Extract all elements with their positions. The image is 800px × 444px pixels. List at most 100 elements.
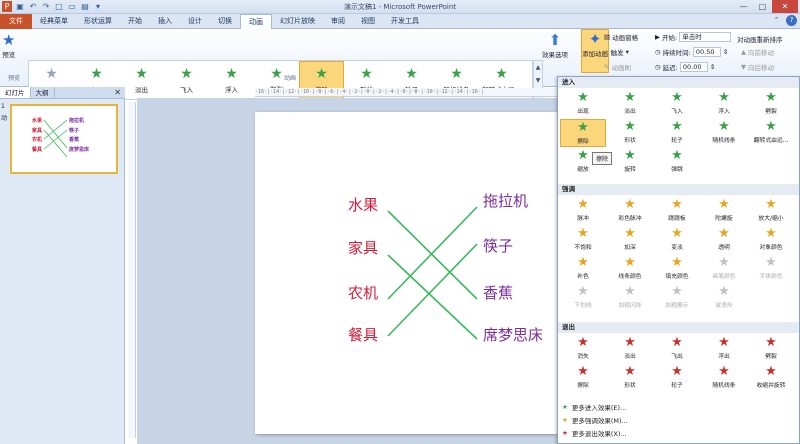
exit-effect-9[interactable]: ★ 收缩并旋转: [748, 364, 794, 392]
more-emphasis-button[interactable]: ★ 更多强调效果(M)...: [562, 415, 628, 425]
emphasis-effect-1[interactable]: ★ 彩色脉冲: [607, 197, 653, 225]
exit-effect-1[interactable]: ★ 淡出: [607, 335, 653, 363]
ribbon-minimize-icon[interactable]: ⌃: [771, 15, 782, 26]
left-item-fruit[interactable]: 水果: [348, 194, 378, 215]
emphasis-effect-15[interactable]: ★ 下划线: [560, 284, 606, 312]
minimize-button[interactable]: —: [734, 0, 753, 13]
thumb-left-1: 家具: [32, 128, 43, 134]
emphasis-effect-11[interactable]: ★ 线条颜色: [607, 255, 653, 283]
exit-effect-3[interactable]: ★ 浮出: [701, 335, 747, 363]
left-item-tableware[interactable]: 餐具: [348, 324, 378, 345]
emphasis-effect-6[interactable]: ★ 加深: [607, 226, 653, 254]
animation-painter-button[interactable]: ✎ 动画刷: [604, 62, 631, 72]
maximize-button[interactable]: □: [753, 0, 772, 13]
tab-home[interactable]: 开始: [120, 14, 150, 29]
emphasis-effect-2[interactable]: ★ 跷跷板: [654, 197, 700, 225]
left-item-farm-machine[interactable]: 农机: [348, 282, 378, 303]
tab-review[interactable]: 审阅: [323, 14, 353, 29]
entrance-effect-4[interactable]: ★ 劈裂: [748, 90, 794, 118]
exit-effect-5[interactable]: ★ 擦除: [560, 364, 606, 392]
exit-effect-2[interactable]: ★ 飞出: [654, 335, 700, 363]
emphasis-effect-8[interactable]: ★ 透明: [701, 226, 747, 254]
tab-slideshow[interactable]: 幻灯片放映: [272, 14, 323, 29]
exit-effect-7[interactable]: ★ 轮子: [654, 364, 700, 392]
tab-outline[interactable]: 大纲: [31, 87, 55, 98]
delay-label: 延迟:: [662, 64, 678, 72]
animation-pane-button[interactable]: ▤ 动画窗格: [604, 32, 638, 42]
preview-button[interactable]: ★ 预览: [2, 31, 15, 59]
duration-clock-icon: ◷: [655, 48, 661, 56]
slide-thumbnail[interactable]: 水果 家具 农机 餐具 拖拉机 筷子 香蕉 席梦思床: [10, 104, 118, 174]
start-select[interactable]: 单击时: [679, 32, 732, 42]
emphasis-effect-9[interactable]: ★ 对象颜色: [748, 226, 794, 254]
emphasis-effect-3[interactable]: ★ 陀螺旋: [701, 197, 747, 225]
emphasis-effect-17[interactable]: ★ 加粗展示: [654, 284, 700, 312]
tab-slides[interactable]: 幻灯片: [0, 87, 31, 98]
entrance-effect-2[interactable]: ★ 飞入: [654, 90, 700, 118]
help-icon[interactable]: ?: [786, 15, 797, 26]
entrance-effect-12[interactable]: ★ 弹跳: [654, 148, 700, 176]
slide-canvas[interactable]: 水果 家具 农机 餐具 拖拉机 筷子 香蕉 席梦思床: [255, 112, 557, 434]
entrance-effect-7[interactable]: ★ 轮子: [654, 119, 700, 147]
right-item-banana[interactable]: 香蕉: [483, 282, 513, 303]
tab-animations[interactable]: 动画: [240, 14, 272, 30]
entrance-effect-1[interactable]: ★ 淡出: [607, 90, 653, 118]
more-emphasis-icon: ★: [562, 416, 568, 424]
entrance-effect-9[interactable]: ★ 翻转式由远...: [748, 119, 794, 147]
emphasis-effect-label: 波浪形: [715, 303, 733, 309]
exit-effect-0[interactable]: ★ 消失: [560, 335, 606, 363]
move-earlier-button[interactable]: ▲ 向前移动: [741, 47, 774, 57]
duration-input[interactable]: 00.50: [692, 47, 721, 57]
tab-file[interactable]: 文件: [0, 14, 32, 29]
tab-developer[interactable]: 开发工具: [383, 14, 427, 29]
right-item-bed[interactable]: 席梦思床: [483, 324, 543, 345]
tab-classic-menu[interactable]: 经典菜单: [32, 14, 76, 29]
emphasis-effect-18[interactable]: ★ 波浪形: [701, 284, 747, 312]
entrance-effect-5[interactable]: ★ 擦除: [560, 119, 606, 147]
tab-transitions[interactable]: 切换: [210, 14, 240, 29]
slides-pane: 幻灯片 大纲 ✕ 1 动 水果 家具 农机 餐具 拖拉机 筷子 香蕉 席梦思床: [0, 87, 125, 444]
emphasis-effect-0[interactable]: ★ 脉冲: [560, 197, 606, 225]
trigger-button[interactable]: ⚡ 触发 ▾: [604, 47, 629, 57]
more-entrance-button[interactable]: ★ 更多进入效果(E)...: [562, 402, 626, 412]
effect-options-button[interactable]: ⬆ 效果选项: [541, 31, 569, 59]
tab-design[interactable]: 设计: [180, 14, 210, 29]
entrance-effect-8[interactable]: ★ 随机线条: [701, 119, 747, 147]
right-item-chopsticks[interactable]: 筷子: [483, 235, 513, 256]
emphasis-effect-12[interactable]: ★ 填充颜色: [654, 255, 700, 283]
emphasis-effect-10[interactable]: ★ 补色: [560, 255, 606, 283]
delay-input[interactable]: 00.00: [679, 62, 708, 72]
entrance-effect-label: 飞入: [671, 109, 683, 115]
emphasis-effect-13[interactable]: ★ 画笔颜色: [701, 255, 747, 283]
entrance-effect-0[interactable]: ★ 出现: [560, 90, 606, 118]
tab-shape-ops[interactable]: 形状运算: [76, 14, 120, 29]
emphasis-effect-4[interactable]: ★ 放大/缩小: [748, 197, 794, 225]
star-icon: ★: [577, 120, 589, 135]
emphasis-effect-5[interactable]: ★ 不饱和: [560, 226, 606, 254]
entrance-effect-6[interactable]: ★ 形状: [607, 119, 653, 147]
line-furniture-bed[interactable]: [387, 254, 478, 340]
exit-effect-label: 轮子: [671, 383, 683, 389]
move-later-button[interactable]: ▼ 向后移动: [741, 62, 774, 72]
emphasis-effect-14[interactable]: ★ 字体颜色: [748, 255, 794, 283]
emphasis-effect-7[interactable]: ★ 变淡: [654, 226, 700, 254]
delay-spinner-icon[interactable]: ⇕: [710, 63, 715, 71]
close-button[interactable]: ✕: [772, 0, 798, 13]
duration-spinner-icon[interactable]: ⇕: [723, 48, 728, 56]
exit-effect-6[interactable]: ★ 形状: [607, 364, 653, 392]
exit-effect-8[interactable]: ★ 随机线条: [701, 364, 747, 392]
entrance-effect-label: 擦除: [577, 139, 589, 145]
close-pane-icon[interactable]: ✕: [114, 87, 121, 99]
entrance-effect-3[interactable]: ★ 浮入: [701, 90, 747, 118]
star-icon: ★: [624, 364, 636, 379]
tab-insert[interactable]: 插入: [150, 14, 180, 29]
left-item-furniture[interactable]: 家具: [348, 237, 378, 258]
tab-view[interactable]: 视图: [353, 14, 383, 29]
star-icon: ★: [671, 90, 683, 105]
emphasis-effect-16[interactable]: ★ 加粗闪烁: [607, 284, 653, 312]
exit-effect-4[interactable]: ★ 劈裂: [748, 335, 794, 363]
right-item-tractor[interactable]: 拖拉机: [483, 190, 528, 211]
entrance-effect-11[interactable]: ★ 旋转: [607, 148, 653, 176]
line-tableware-chopsticks[interactable]: [387, 243, 478, 337]
more-exit-button[interactable]: ★ 更多退出效果(X)...: [562, 428, 627, 438]
